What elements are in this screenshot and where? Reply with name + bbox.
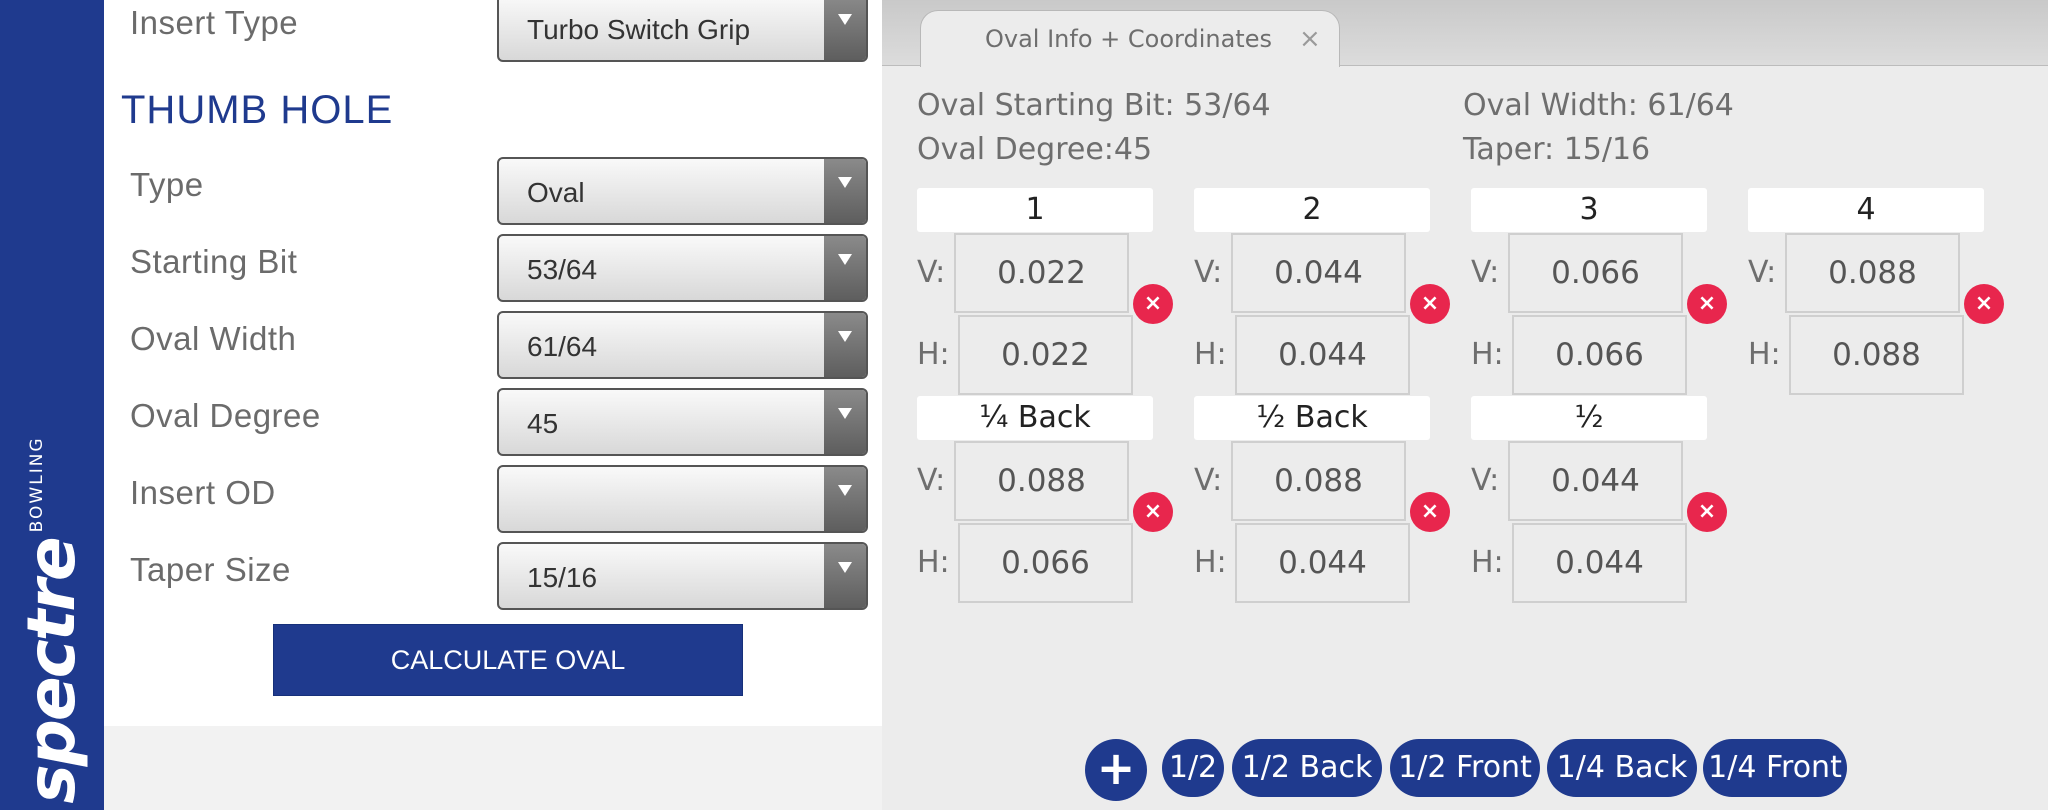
summary-taper: Taper: 15/16 [1463,132,1651,167]
v-value-field[interactable]: 0.066 [1508,233,1683,313]
remove-icon[interactable]: × [1687,492,1727,532]
insert-type-value: Turbo Switch Grip [527,14,751,45]
remove-icon[interactable]: × [1410,284,1450,324]
form-card: Insert Type Turbo Switch Grip THUMB HOLE… [104,0,882,726]
remove-icon[interactable]: × [1133,284,1173,324]
chevron-down-icon [824,390,866,454]
chevron-down-icon [824,313,866,377]
h-axis-label: H: [1194,545,1227,580]
oval-width-value: 61/64 [527,331,598,362]
v-axis-label: V: [917,463,946,498]
v-value-field[interactable]: 0.044 [1508,441,1683,521]
type-value: Oval [527,177,585,208]
h-value-field[interactable]: 0.044 [1512,523,1687,603]
v-axis-label: V: [1748,255,1777,290]
close-icon[interactable]: × [1299,24,1321,54]
oval-info-panel: Oval Info + Coordinates × Oval Starting … [882,0,2048,810]
taper-size-select[interactable]: 15/16 [497,542,868,610]
h-value-field[interactable]: 0.066 [958,523,1133,603]
h-axis-label: H: [1471,545,1504,580]
oval-width-label: Oval Width [130,320,297,357]
coord-title: 3 [1471,188,1707,232]
oval-degree-value: 45 [527,408,559,439]
starting-bit-select[interactable]: 53/64 [497,234,868,302]
v-value-field[interactable]: 0.088 [954,441,1129,521]
pill-quarter-front-button[interactable]: 1/4 Front [1703,739,1847,797]
v-value-field[interactable]: 0.044 [1231,233,1406,313]
v-value-field[interactable]: 0.022 [954,233,1129,313]
oval-degree-label: Oval Degree [130,397,321,434]
tab-oval-info-label: Oval Info + Coordinates [985,25,1272,53]
h-value-field[interactable]: 0.066 [1512,315,1687,395]
v-axis-label: V: [1194,255,1223,290]
type-label: Type [130,166,204,203]
calculate-oval-button[interactable]: CALCULATE OVAL [273,624,743,696]
h-axis-label: H: [1194,337,1227,372]
pill-half-button[interactable]: 1/2 [1162,739,1224,797]
h-value-field[interactable]: 0.044 [1235,315,1410,395]
remove-icon[interactable]: × [1964,284,2004,324]
v-value-field[interactable]: 0.088 [1231,441,1406,521]
summary-starting-bit: Oval Starting Bit: 53/64 [917,88,1271,123]
coord-title: ½ [1471,396,1707,440]
spectre-bowling-logo: spectre BOWLING [13,436,90,804]
starting-bit-value: 53/64 [527,254,598,285]
pill-half-front-button[interactable]: 1/2 Front [1390,739,1540,797]
brand-strip: spectre BOWLING [0,0,104,810]
brand-sub: BOWLING [27,436,47,533]
insert-od-select[interactable] [497,465,868,533]
v-axis-label: V: [1471,255,1500,290]
taper-size-value: 15/16 [527,562,598,593]
section-title-thumb-hole: THUMB HOLE [121,88,394,132]
tab-oval-info[interactable]: Oval Info + Coordinates × [920,10,1340,67]
v-value-field[interactable]: 0.088 [1785,233,1960,313]
type-select[interactable]: Oval [497,157,868,225]
form-panel: Insert Type Turbo Switch Grip THUMB HOLE… [104,0,882,810]
h-axis-label: H: [917,337,950,372]
add-button[interactable]: + [1085,739,1147,801]
coord-title: 1 [917,188,1153,232]
chevron-down-icon [824,0,866,60]
tab-bar: Oval Info + Coordinates × [882,0,2048,67]
oval-degree-select[interactable]: 45 [497,388,868,456]
v-axis-label: V: [917,255,946,290]
coord-title: ¼ Back [917,396,1153,440]
coord-title: 4 [1748,188,1984,232]
coord-title: ½ Back [1194,396,1430,440]
oval-width-select[interactable]: 61/64 [497,311,868,379]
summary-oval-width: Oval Width: 61/64 [1463,88,1734,123]
remove-icon[interactable]: × [1133,492,1173,532]
h-value-field[interactable]: 0.022 [958,315,1133,395]
pill-half-back-button[interactable]: 1/2 Back [1232,739,1382,797]
h-value-field[interactable]: 0.088 [1789,315,1964,395]
insert-type-label: Insert Type [130,4,299,41]
h-axis-label: H: [1748,337,1781,372]
pill-quarter-back-button[interactable]: 1/4 Back [1547,739,1697,797]
taper-size-label: Taper Size [130,551,291,588]
remove-icon[interactable]: × [1687,284,1727,324]
insert-type-select[interactable]: Turbo Switch Grip [497,0,868,62]
h-axis-label: H: [1471,337,1504,372]
insert-od-label: Insert OD [130,474,276,511]
chevron-down-icon [824,236,866,300]
h-axis-label: H: [917,545,950,580]
v-axis-label: V: [1194,463,1223,498]
h-value-field[interactable]: 0.044 [1235,523,1410,603]
remove-icon[interactable]: × [1410,492,1450,532]
summary-oval-degree: Oval Degree:45 [917,132,1153,167]
chevron-down-icon [824,467,866,531]
starting-bit-label: Starting Bit [130,243,298,280]
v-axis-label: V: [1471,463,1500,498]
chevron-down-icon [824,159,866,223]
coord-title: 2 [1194,188,1430,232]
brand-word: spectre [13,538,90,804]
chevron-down-icon [824,544,866,608]
